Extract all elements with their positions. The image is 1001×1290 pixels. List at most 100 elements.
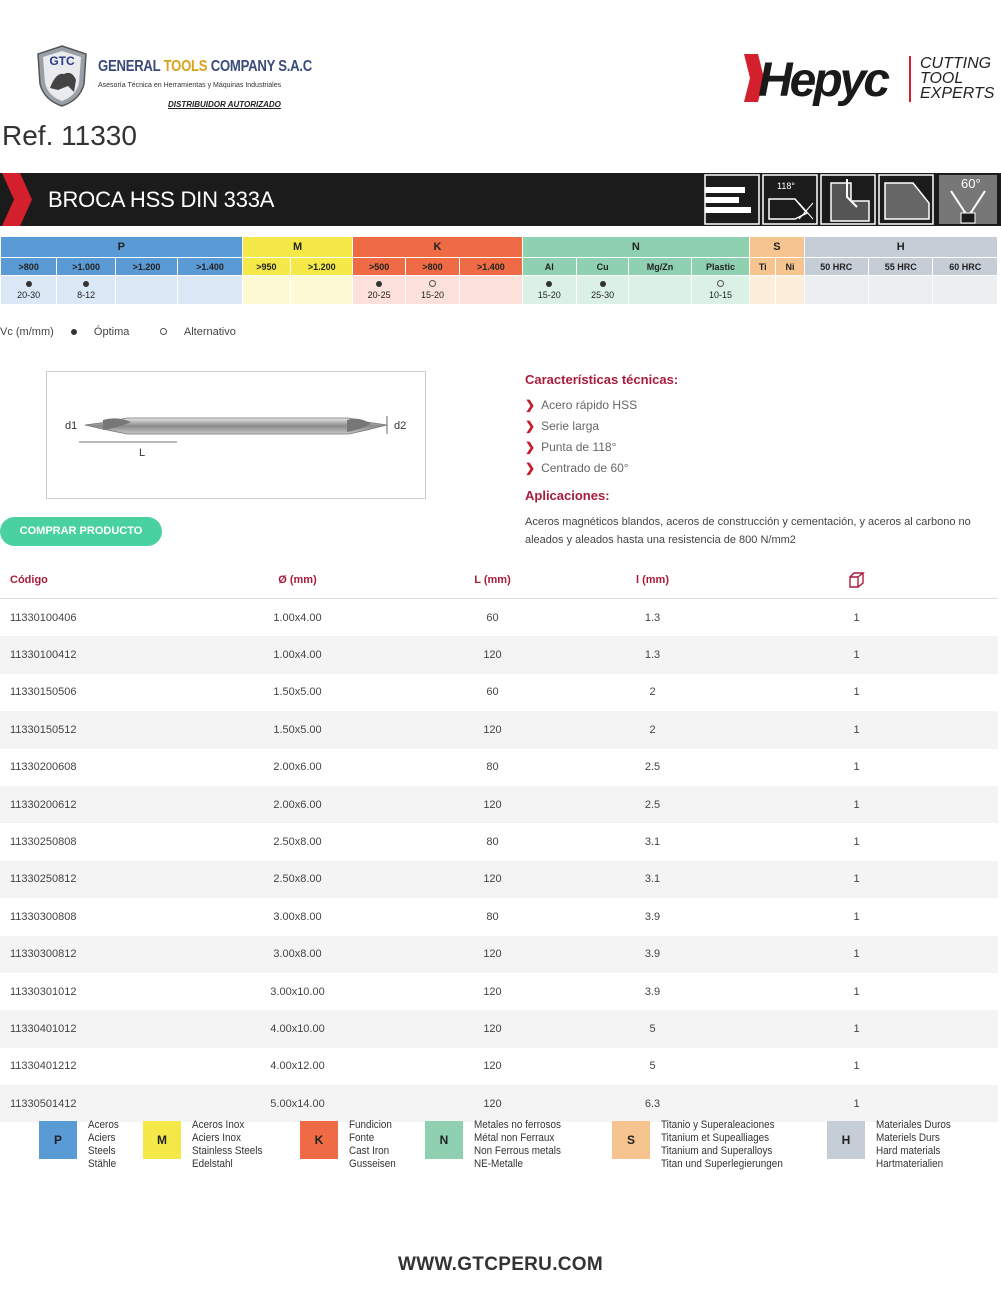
material-subgroup: Al [521,257,577,276]
cutting-speed-cell [459,275,523,305]
material-subgroup: 55 HRC [867,257,934,276]
length-cell: 120 [483,985,502,998]
package-cell: 1 [853,910,860,923]
col-header-diameter[interactable]: Ø (mm) [200,562,395,599]
length-cell: 120 [395,935,590,973]
material-subgroup: >950 [241,257,292,276]
diameter-cell: 3.00x8.00 [200,935,395,973]
table-row[interactable]: 11330250808 2.50x8.00 80 3.1 1 [0,823,998,860]
diameter-cell: 1.50x5.00 [200,711,395,749]
code-cell: 11330200612 [0,785,200,824]
material-subgroup: Plastic [690,257,751,276]
material-group-p: P [0,236,243,258]
length-cell: 120 [483,1060,502,1073]
table-row[interactable]: 11330301012 3.00x10.00 120 3.9 1 [0,973,998,1010]
material-subgroup: Ti [749,257,777,276]
svg-text:L: L [139,447,145,459]
countersink-60-icon: 60° [939,175,997,224]
col-header-package[interactable] [715,562,998,599]
feature-icons: 118° 60° [704,174,997,225]
material-subgroup: >800 [404,257,461,276]
col-header-code[interactable]: Código [0,562,200,599]
cut-length-cell: 3.1 [644,836,661,849]
package-cell: 1 [715,860,998,899]
table-row[interactable]: 11330150512 1.50x5.00 120 2 1 [0,711,998,749]
material-description: Metales no ferrosos Métal non Ferraux Non … [474,1119,561,1170]
col-header-cut-length[interactable]: l (mm) [590,562,715,599]
website-footer[interactable]: WWW.GTCPERU.COM [0,1254,1001,1276]
list-item: ❯ Acero rápido HSS [525,398,638,412]
chevron-right-icon: ❯ [525,440,536,454]
length-cell: 120 [395,636,590,674]
code-cell: 11330250812 [0,860,200,899]
cutting-speed-cell [867,275,934,305]
table-row[interactable]: 11330100406 1.00x4.00 60 1.3 1 [0,599,998,637]
product-table: Código Ø (mm) L (mm) l (mm) 11330100406 1… [0,562,998,1123]
material-subgroup: 60 HRC [932,257,998,276]
material-subgroup: >1.400 [177,257,243,276]
material-subgroup: 50 HRC [803,257,869,276]
page-title: Ref. 11330 [2,120,137,151]
svg-text:118°: 118° [777,181,795,191]
table-row[interactable]: 11330250812 2.50x8.00 120 3.1 1 [0,860,998,899]
material-table: PMKNSH >800 >1.000 >1.200 >1.400 >950 >1.200 >… [0,236,999,305]
package-cell: 1 [715,1085,998,1123]
table-row[interactable]: 11330300808 3.00x8.00 80 3.9 1 [0,898,998,935]
cutting-speed-cell: 15-20 [404,275,461,305]
material-group-n: N [521,236,751,258]
gtc-shield-logo: GTC [37,45,87,107]
diameter-cell: 2.00x6.00 [200,785,395,824]
optimal-dot-icon [599,281,606,287]
material-subgroup: Cu [575,257,630,276]
buy-product-button[interactable]: COMPRAR PRODUCTO [0,517,162,546]
chevron-right-icon: ❯ [525,398,536,412]
cut-length-cell: 2.5 [590,785,715,824]
slogan-divider [909,56,911,102]
material-subgroup: >800 [0,257,58,276]
hepyc-logo: Hepyc [744,54,892,106]
chevron-right-icon: ❯ [525,461,536,475]
cutting-speed-cell: 20-25 [352,275,406,305]
cut-length-cell: 2 [590,711,715,749]
table-row[interactable]: 11330300812 3.00x8.00 120 3.9 1 [0,935,998,973]
col-header-length[interactable]: L (mm) [395,562,590,599]
table-row[interactable]: 11330200612 2.00x6.00 120 2.5 1 [0,785,998,824]
cut-length-cell: 6.3 [590,1085,715,1123]
material-badge-p: P [39,1121,77,1159]
list-item: ❯ Serie larga [525,419,600,433]
diameter-cell: 2.50x8.00 [273,836,322,849]
code-cell: 11330150506 [10,686,77,699]
table-row[interactable]: 11330200608 2.00x6.00 80 2.5 1 [0,749,998,786]
length-cell: 80 [486,836,499,849]
svg-text:d1: d1 [65,420,77,432]
code-cell: 11330250808 [10,836,77,849]
material-description: Materiales Duros Materiels Durs Hard mater… [876,1119,951,1170]
table-row[interactable]: 11330150506 1.50x5.00 60 2 1 [0,674,998,711]
length-cell: 80 [486,761,499,774]
table-row[interactable]: 11330401212 4.00x12.00 120 5 1 [0,1048,998,1085]
package-cell: 1 [853,836,860,849]
diameter-cell: 2.00x6.00 [273,761,322,774]
package-cell: 1 [853,761,860,774]
optimal-dot-icon [376,281,383,287]
list-item: ❯ Punta de 118° [525,440,617,454]
cutting-speed-cell [114,275,179,305]
package-cell: 1 [853,686,860,699]
length-cell: 120 [395,860,590,899]
material-description: Aceros Aciers Steels Stähle [88,1119,119,1170]
material-subgroup: Ni [775,257,805,276]
diameter-cell: 2.50x8.00 [200,860,395,899]
svg-text:d2: d2 [394,420,406,432]
diameter-cell: 4.00x12.00 [270,1060,325,1073]
table-row[interactable]: 11330501412 5.00x14.00 120 6.3 1 [0,1085,998,1123]
material-subgroup: >1.400 [459,257,523,276]
cutting-speed-cell [177,275,243,305]
package-cell: 1 [853,985,860,998]
material-badge-k: K [300,1121,338,1159]
cutting-speed-cell [803,275,869,305]
table-row[interactable]: 11330401012 4.00x10.00 120 5 1 [0,1010,998,1048]
table-row[interactable]: 11330100412 1.00x4.00 120 1.3 1 [0,636,998,674]
cutting-speed-cell [290,275,354,305]
length-cell: 120 [395,711,590,749]
cutting-speed-cell [932,275,998,305]
